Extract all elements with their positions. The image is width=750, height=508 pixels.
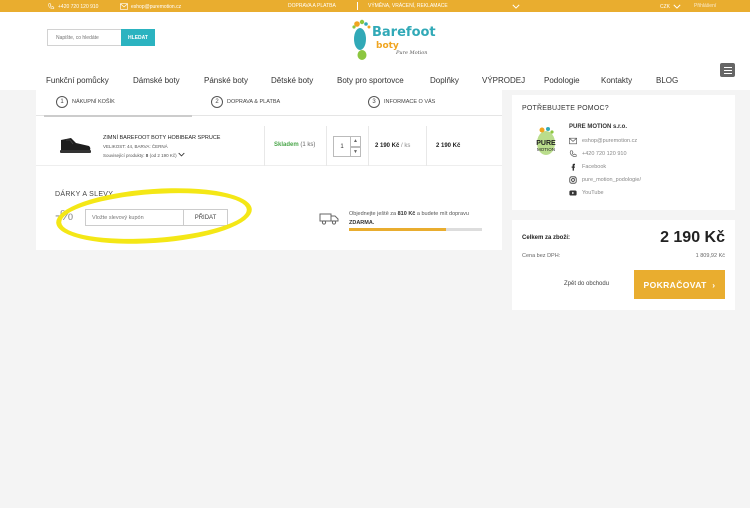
facebook-icon xyxy=(571,163,575,171)
related-products[interactable]: Související produkty: 8 (od 2 190 Kč) xyxy=(103,152,185,158)
youtube-icon xyxy=(569,190,577,196)
top-shipping-link[interactable]: DOPRAVA A PLATBA xyxy=(288,3,336,9)
step-label: INFORMACE O VÁS xyxy=(384,99,436,105)
login-link[interactable]: Přihlášení xyxy=(694,3,716,9)
top-bar: +420 720 120 910 eshop@puremotion.cz DOP… xyxy=(0,0,750,12)
nav-item-boty-pro-sportovce[interactable]: Boty pro sportovce xyxy=(337,76,404,85)
nav-item-panske-boty[interactable]: Pánské boty xyxy=(204,76,248,85)
step-info[interactable]: 3 INFORMACE O VÁS xyxy=(368,96,435,108)
step-label: NÁKUPNÍ KOŠÍK xyxy=(72,99,115,105)
search-button[interactable]: HLEDAT xyxy=(121,29,155,46)
product-image[interactable] xyxy=(58,136,92,154)
step-shipping[interactable]: 2 DOPRAVA & PLATBA xyxy=(211,96,280,108)
step-number: 1 xyxy=(56,96,68,108)
order-summary: Celkem za zboží: 2 190 Kč Cena bez DPH: … xyxy=(512,220,735,310)
vat-label: Cena bez DPH: xyxy=(522,253,561,259)
mail-icon xyxy=(120,3,128,10)
main-nav: Funkční pomůcky Dámské boty Pánské boty … xyxy=(0,76,750,90)
currency-select[interactable]: CZK xyxy=(660,3,681,10)
line-total: 2 190 Kč xyxy=(436,143,461,149)
stock-status: Skladem (1 ks) xyxy=(274,142,316,148)
total-label: Celkem za zboží: xyxy=(522,235,571,241)
pure-motion-logo: PURE MOTION xyxy=(536,127,556,155)
logo-text-pure-motion: Pure Motion xyxy=(396,50,428,56)
coupon-input[interactable] xyxy=(85,209,184,226)
phone-icon xyxy=(48,3,55,10)
top-returns-link[interactable]: VÝMĚNA, VRÁCENÍ, REKLAMACE xyxy=(368,3,448,9)
svg-text:MOTION: MOTION xyxy=(537,147,555,152)
gifts-title: DÁRKY A SLEVY xyxy=(55,191,114,198)
divider xyxy=(326,126,327,166)
divider xyxy=(426,126,427,166)
free-shipping-progress xyxy=(349,228,482,231)
help-title: POTŘEBUJETE POMOC? xyxy=(522,105,609,112)
logo[interactable]: Barefoot boty Pure Motion xyxy=(350,15,436,63)
total-value: 2 190 Kč xyxy=(660,229,725,246)
search-input[interactable] xyxy=(47,29,121,46)
instagram-icon xyxy=(569,176,577,184)
divider xyxy=(368,126,369,166)
nav-item-doplnky[interactable]: Doplňky xyxy=(430,76,459,85)
nav-item-kontakty[interactable]: Kontakty xyxy=(601,76,632,85)
quantity-input[interactable]: 1 xyxy=(333,136,351,157)
divider xyxy=(264,126,265,166)
svg-text:PURE: PURE xyxy=(536,140,556,147)
truck-icon xyxy=(319,213,339,225)
step-label: DOPRAVA & PLATBA xyxy=(227,99,281,105)
nav-item-vyprodej[interactable]: VÝPRODEJ xyxy=(482,76,525,85)
company-name: PURE MOTION s.r.o. xyxy=(569,124,628,130)
chevron-right-icon: › xyxy=(709,279,716,290)
checkout-steps: 1 NÁKUPNÍ KOŠÍK 2 DOPRAVA & PLATBA 3 INF… xyxy=(36,90,502,117)
nav-item-damske-boty[interactable]: Dámské boty xyxy=(133,76,180,85)
top-divider xyxy=(357,2,358,10)
chevron-down-icon xyxy=(673,4,681,9)
free-shipping-text: Objednejte ještě za 810 Kč a budete mít … xyxy=(349,211,469,226)
footprint-icon xyxy=(352,19,371,60)
cart-item-row: ZIMNÍ BAREFOOT BOTY HOBIBEAR SPRUCE VELI… xyxy=(36,116,502,166)
help-facebook[interactable]: Facebook xyxy=(569,163,606,171)
nav-item-blog[interactable]: BLOG xyxy=(656,76,678,85)
product-variant: VELIKOST: 44, BARVA: ČERNÁ xyxy=(103,144,168,149)
logo-text-barefoot: Barefoot xyxy=(372,25,436,40)
coupon-form: PŘIDAT xyxy=(85,209,228,226)
add-coupon-button[interactable]: PŘIDAT xyxy=(184,209,228,226)
header: HLEDAT Barefoot boty Pure Motion Funkční… xyxy=(0,12,750,90)
help-youtube[interactable]: YouTube xyxy=(569,189,604,197)
step-cart[interactable]: 1 NÁKUPNÍ KOŠÍK xyxy=(56,96,115,108)
help-email[interactable]: eshop@puremotion.cz xyxy=(569,137,637,145)
progress-fill xyxy=(349,228,447,231)
percent-icon: -% xyxy=(55,207,74,224)
chevron-down-icon[interactable] xyxy=(512,3,520,10)
top-phone[interactable]: +420 720 120 910 xyxy=(47,3,98,10)
nav-item-funkcni-pomucky[interactable]: Funkční pomůcky xyxy=(46,76,109,85)
cart-panel: 1 NÁKUPNÍ KOŠÍK 2 DOPRAVA & PLATBA 3 INF… xyxy=(36,90,502,250)
help-phone[interactable]: +420 720 120 910 xyxy=(569,150,627,158)
help-instagram[interactable]: pure_motion_podologie/ xyxy=(569,176,641,184)
mail-icon xyxy=(569,137,577,145)
help-panel: POTŘEBUJETE POMOC? PURE MOTION PURE MOTI… xyxy=(512,95,735,210)
quantity-down-icon[interactable]: ▼ xyxy=(351,146,361,157)
menu-icon[interactable] xyxy=(720,63,735,77)
phone-icon xyxy=(569,150,577,157)
search-form: HLEDAT xyxy=(47,29,155,46)
unit-price: 2 190 Kč / ks xyxy=(375,143,411,149)
continue-button[interactable]: POKRAČOVAT › xyxy=(634,270,725,299)
nav-item-detske-boty[interactable]: Dětské boty xyxy=(271,76,313,85)
quantity-stepper: 1 ▲ ▼ xyxy=(333,136,363,157)
chevron-down-icon xyxy=(178,152,185,157)
top-email[interactable]: eshop@puremotion.cz xyxy=(120,3,181,10)
vat-value: 1 809,92 Kč xyxy=(695,253,725,259)
product-name[interactable]: ZIMNÍ BAREFOOT BOTY HOBIBEAR SPRUCE xyxy=(103,135,220,141)
step-number: 2 xyxy=(211,96,223,108)
back-to-shop-link[interactable]: Zpět do obchodu xyxy=(564,281,609,287)
quantity-up-icon[interactable]: ▲ xyxy=(351,136,361,147)
step-number: 3 xyxy=(368,96,380,108)
nav-item-podologie[interactable]: Podologie xyxy=(544,76,580,85)
